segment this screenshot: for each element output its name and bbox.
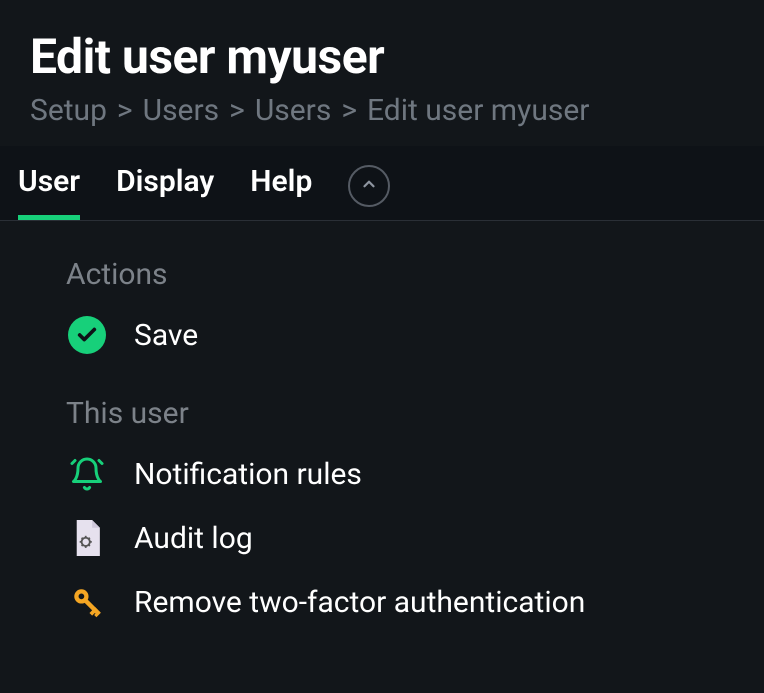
breadcrumb-item-users-2[interactable]: Users: [255, 93, 332, 128]
tab-help[interactable]: Help: [250, 164, 312, 220]
breadcrumb-separator: >: [117, 93, 133, 128]
breadcrumb: Setup > Users > Users > Edit user myuser: [30, 93, 734, 128]
breadcrumb-item-setup[interactable]: Setup: [30, 93, 107, 128]
section-title-this-user: This user: [66, 396, 714, 431]
notification-rules-label: Notification rules: [134, 457, 362, 492]
breadcrumb-separator: >: [229, 93, 245, 128]
page-header: Edit user myuser Setup > Users > Users >…: [0, 0, 764, 146]
section-this-user: This user Notification rules: [66, 396, 714, 623]
tab-display[interactable]: Display: [116, 164, 214, 220]
save-label: Save: [134, 318, 198, 353]
collapse-toggle[interactable]: [348, 165, 390, 207]
section-actions: Actions Save: [66, 257, 714, 356]
remove-2fa-label: Remove two-factor authentication: [134, 585, 585, 620]
save-button[interactable]: Save: [66, 314, 714, 356]
notification-rules-link[interactable]: Notification rules: [66, 453, 714, 495]
tabs-bar: User Display Help: [0, 146, 764, 221]
breadcrumb-separator: >: [341, 93, 357, 128]
remove-2fa-link[interactable]: Remove two-factor authentication: [66, 581, 714, 623]
bell-icon: [66, 453, 108, 495]
document-gear-icon: [66, 517, 108, 559]
chevron-up-icon: [360, 175, 378, 197]
breadcrumb-item-users[interactable]: Users: [143, 93, 220, 128]
check-circle-icon: [66, 314, 108, 356]
audit-log-link[interactable]: Audit log: [66, 517, 714, 559]
breadcrumb-current: Edit user myuser: [367, 93, 589, 128]
audit-log-label: Audit log: [134, 521, 253, 556]
key-icon: [66, 581, 108, 623]
section-title-actions: Actions: [66, 257, 714, 292]
content-area: Actions Save This user: [0, 221, 764, 623]
tab-user[interactable]: User: [18, 164, 80, 220]
page-title: Edit user myuser: [30, 28, 734, 85]
